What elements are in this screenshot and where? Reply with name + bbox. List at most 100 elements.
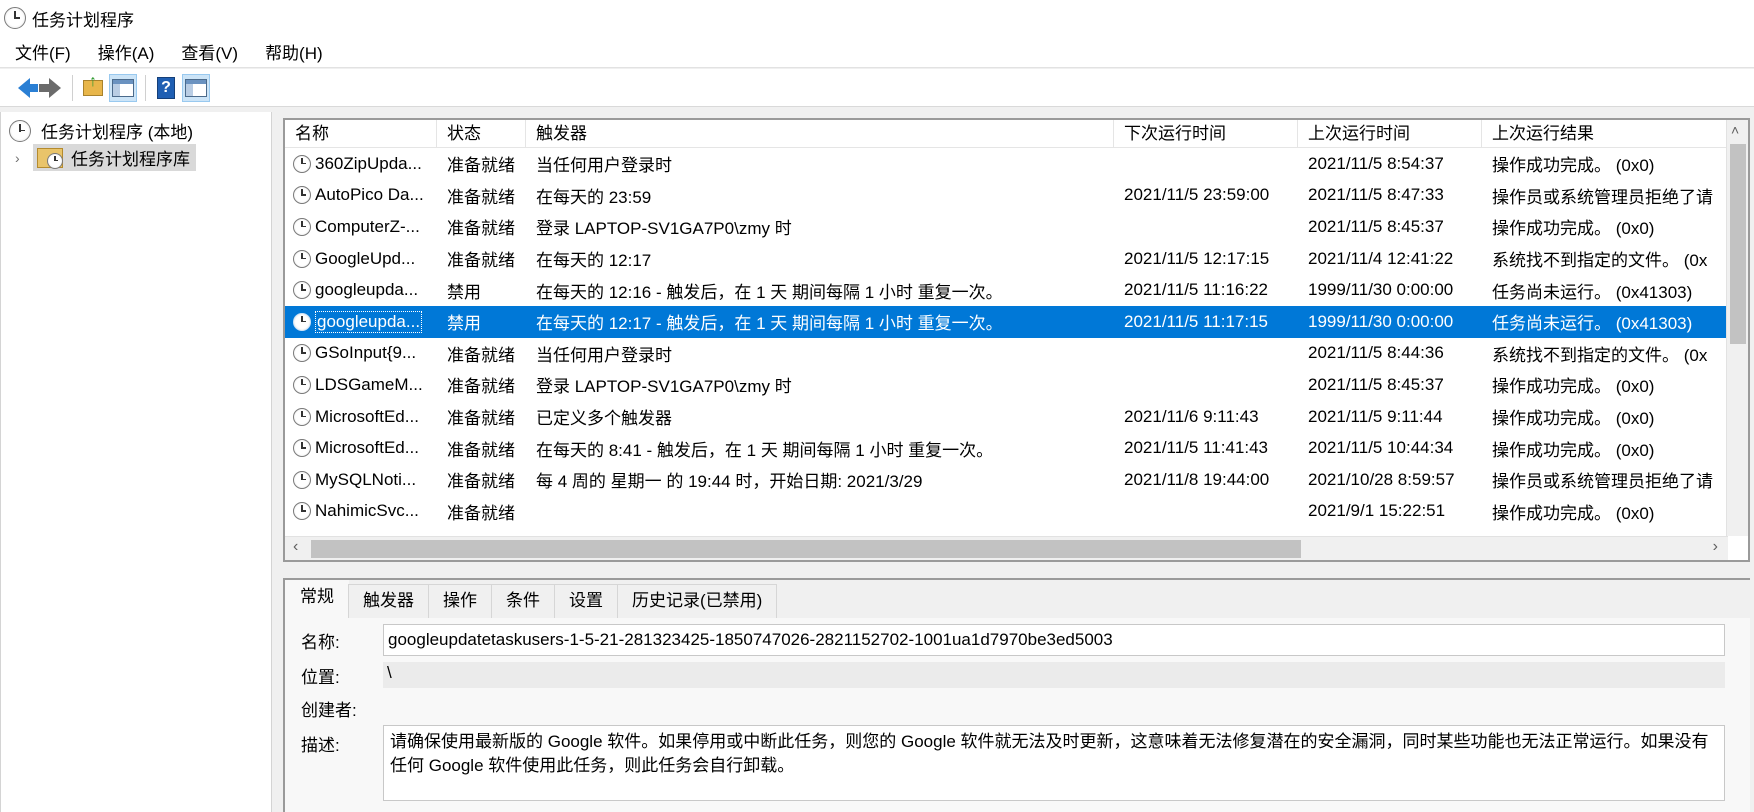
forward-button[interactable] xyxy=(36,74,64,102)
table-row[interactable]: 360ZipUpda... 准备就绪 当任何用户登录时 2021/11/5 8:54:… xyxy=(285,148,1728,180)
task-next-run-cell: 2021/11/5 11:16:22 xyxy=(1124,280,1269,300)
task-description-field[interactable]: 请确保使用最新版的 Google 软件。如果停用或中断此任务，则您的 Googl… xyxy=(383,725,1725,801)
task-name-text: AutoPico Da... xyxy=(315,185,424,205)
table-row[interactable]: MicrosoftEd... 准备就绪 已定义多个触发器 2021/11/6 9:11… xyxy=(285,401,1728,433)
column-header-status[interactable]: 状态 xyxy=(437,120,526,148)
details-tabs: 常规 触发器 操作 条件 设置 历史记录(已禁用) xyxy=(285,580,778,618)
task-trigger-cell: 在每天的 23:59 xyxy=(536,187,652,207)
tab-general[interactable]: 常规 xyxy=(285,580,349,618)
task-last-result-cell: 操作成功完成。 (0x0) xyxy=(1492,503,1655,523)
task-status-cell: 准备就绪 xyxy=(447,377,515,397)
task-trigger-cell: 在每天的 12:16 - 触发后，在 1 天 期间每隔 1 小时 重复一次。 xyxy=(536,282,1003,302)
tab-actions[interactable]: 操作 xyxy=(428,584,492,618)
scroll-up-icon[interactable]: ˄ xyxy=(1731,122,1739,138)
task-name-cell: MicrosoftEd... xyxy=(285,438,437,458)
task-clock-icon xyxy=(293,154,311,173)
task-trigger-cell: 在每天的 12:17 xyxy=(536,251,652,271)
menu-action[interactable]: 操作(A) xyxy=(83,39,167,64)
task-clock-icon xyxy=(293,470,311,489)
general-tab-content: 名称: googleupdatetaskusers-1-5-21-2813234… xyxy=(285,618,1750,812)
tab-history[interactable]: 历史记录(已禁用) xyxy=(617,584,778,618)
task-last-result-cell: 操作成功完成。 (0x0) xyxy=(1492,440,1655,460)
arrow-right-icon xyxy=(39,77,61,98)
task-list: 名称 状态 触发器 下次运行时间 上次运行时间 上次运行结果 360ZipUpd… xyxy=(283,118,1750,562)
task-name-text: MicrosoftEd... xyxy=(315,438,419,458)
table-row[interactable]: ComputerZ-... 准备就绪 登录 LAPTOP-SV1GA7P0\zmy … xyxy=(285,211,1728,243)
task-clock-icon xyxy=(293,502,311,521)
task-name-text: GSoInput{9... xyxy=(315,343,417,363)
task-name-field[interactable]: googleupdatetaskusers-1-5-21-281323425-1… xyxy=(383,624,1725,656)
table-row[interactable]: MySQLNoti... 准备就绪 每 4 周的 星期一 的 19:44 时，开始日… xyxy=(285,464,1728,496)
task-status-cell: 准备就绪 xyxy=(447,156,515,176)
scroll-left-icon[interactable]: ‹ xyxy=(293,538,298,556)
task-clock-icon xyxy=(293,344,311,363)
show-console-tree-button[interactable] xyxy=(109,73,137,102)
task-trigger-cell: 已定义多个触发器 xyxy=(536,409,672,429)
tab-settings[interactable]: 设置 xyxy=(554,584,618,618)
table-row[interactable]: NahimicSvc... 准备就绪 2021/9/1 15:22:51 操作成功完成… xyxy=(285,496,1728,528)
console-tree: 任务计划程序 (本地) › 任务计划程序库 xyxy=(0,112,272,812)
horizontal-scrollbar[interactable]: ‹ › xyxy=(285,536,1728,560)
task-name-cell: NahimicSvc... xyxy=(285,501,437,521)
tab-triggers[interactable]: 触发器 xyxy=(348,584,429,618)
chevron-right-icon[interactable]: › xyxy=(15,150,29,166)
task-status-cell: 准备就绪 xyxy=(447,251,515,271)
task-last-result-cell: 操作成功完成。 (0x0) xyxy=(1492,156,1655,176)
back-button[interactable] xyxy=(6,74,38,102)
task-status-cell: 准备就绪 xyxy=(447,472,515,492)
toolbar: ? xyxy=(0,69,1754,107)
tree-item-selected[interactable]: 任务计划程序库 xyxy=(33,144,196,171)
task-clock-icon xyxy=(293,281,311,300)
table-row[interactable]: MicrosoftEd... 准备就绪 在每天的 8:41 - 触发后，在 1 天 … xyxy=(285,432,1728,464)
scroll-right-icon[interactable]: › xyxy=(1713,538,1718,556)
column-header-next-run[interactable]: 下次运行时间 xyxy=(1114,120,1298,148)
task-last-result-cell: 任务尚未运行。 (0x41303) xyxy=(1492,282,1693,302)
task-next-run-cell: 2021/11/5 11:41:43 xyxy=(1124,438,1269,458)
task-list-header: 名称 状态 触发器 下次运行时间 上次运行时间 上次运行结果 xyxy=(285,120,1728,148)
task-trigger-cell: 在每天的 12:17 - 触发后，在 1 天 期间每隔 1 小时 重复一次。 xyxy=(536,314,1003,334)
show-action-pane-button[interactable] xyxy=(182,73,210,102)
table-row[interactable]: GoogleUpd... 准备就绪 在每天的 12:17 2021/11/5 12:1… xyxy=(285,243,1728,275)
task-last-result-cell: 系统找不到指定的文件。 (0x xyxy=(1492,251,1708,271)
task-name-text: googleupda... xyxy=(315,310,423,333)
task-last-run-cell: 1999/11/30 0:00:00 xyxy=(1308,311,1454,331)
task-name-cell: GSoInput{9... xyxy=(285,343,437,363)
task-status-cell: 准备就绪 xyxy=(447,440,515,460)
task-status-cell: 准备就绪 xyxy=(447,345,515,365)
table-row[interactable]: GSoInput{9... 准备就绪 当任何用户登录时 2021/11/5 8:44:… xyxy=(285,338,1728,370)
column-header-last-result[interactable]: 上次运行结果 xyxy=(1482,120,1728,148)
tree-item-task-library[interactable]: › 任务计划程序库 xyxy=(1,144,271,171)
column-header-trigger[interactable]: 触发器 xyxy=(526,120,1114,148)
scrollbar-thumb[interactable] xyxy=(311,540,1301,558)
menu-help[interactable]: 帮助(H) xyxy=(250,39,335,64)
location-label: 位置: xyxy=(301,667,340,687)
tree-root-item[interactable]: 任务计划程序 (本地) xyxy=(1,117,271,144)
task-last-run-cell: 2021/11/5 10:44:34 xyxy=(1308,438,1454,458)
help-button[interactable]: ? xyxy=(152,74,180,102)
folder-up-icon xyxy=(83,73,103,96)
tab-conditions[interactable]: 条件 xyxy=(491,584,555,618)
scrollbar-thumb[interactable] xyxy=(1730,144,1746,344)
task-name-cell: GoogleUpd... xyxy=(285,249,437,269)
task-name-text: NahimicSvc... xyxy=(315,501,419,521)
table-row[interactable]: AutoPico Da... 准备就绪 在每天的 23:59 2021/11/5 23… xyxy=(285,180,1728,212)
vertical-scrollbar[interactable]: ˄ xyxy=(1726,120,1748,536)
task-last-run-cell: 2021/11/5 8:45:37 xyxy=(1308,216,1444,236)
task-name-text: ComputerZ-... xyxy=(315,216,420,236)
location-row: 位置: \ xyxy=(301,662,1725,688)
task-trigger-cell: 在每天的 8:41 - 触发后，在 1 天 期间每隔 1 小时 重复一次。 xyxy=(536,440,994,460)
menu-file[interactable]: 文件(F) xyxy=(0,39,83,64)
task-clock-icon xyxy=(293,375,311,394)
task-last-run-cell: 2021/11/5 8:54:37 xyxy=(1308,153,1444,173)
column-header-last-run[interactable]: 上次运行时间 xyxy=(1298,120,1482,148)
task-clock-icon xyxy=(293,217,311,236)
table-row[interactable]: googleupda... 禁用 在每天的 12:17 - 触发后，在 1 天 期间… xyxy=(285,305,1728,338)
table-row[interactable]: LDSGameM... 准备就绪 登录 LAPTOP-SV1GA7P0\zmy 时 2… xyxy=(285,369,1728,401)
task-name-cell: AutoPico Da... xyxy=(285,185,437,205)
table-row[interactable]: googleupda... 禁用 在每天的 12:16 - 触发后，在 1 天 期间… xyxy=(285,274,1728,306)
task-clock-icon xyxy=(293,249,311,268)
task-location-field[interactable]: \ xyxy=(383,662,1725,688)
column-header-name[interactable]: 名称 xyxy=(285,120,437,148)
up-folder-button[interactable] xyxy=(79,73,107,102)
menu-view[interactable]: 查看(V) xyxy=(166,39,250,64)
